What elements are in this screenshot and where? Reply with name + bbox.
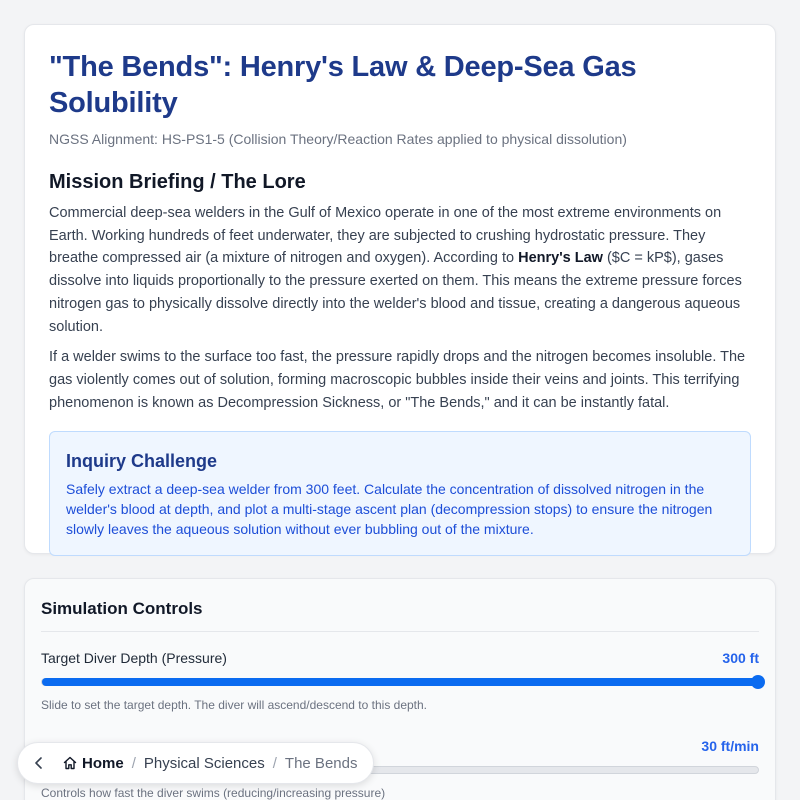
briefing-heading: Mission Briefing / The Lore	[49, 171, 306, 193]
depth-value: 300 ft	[722, 650, 759, 666]
controls-title: Simulation Controls	[41, 599, 759, 632]
depth-slider-thumb[interactable]	[751, 675, 765, 689]
breadcrumb-separator: /	[272, 754, 277, 772]
breadcrumb-section-link[interactable]: Physical Sciences	[144, 755, 265, 772]
breadcrumb-current: The Bends	[284, 754, 358, 772]
speed-hint: Controls how fast the diver swims (reduc…	[41, 786, 386, 800]
inquiry-challenge-box: Inquiry Challenge Safely extract a deep-…	[49, 431, 751, 557]
inquiry-title: Inquiry Challenge	[66, 451, 218, 472]
briefing-paragraph-1: Commercial deep-sea welders in the Gulf …	[49, 202, 751, 338]
depth-label: Target Diver Depth (Pressure)	[41, 650, 227, 666]
briefing-card: "The Bends": Henry's Law & Deep-Sea Gas …	[24, 24, 776, 557]
page-title: "The Bends": Henry's Law & Deep-Sea Gas …	[49, 51, 637, 119]
depth-slider-fill	[42, 678, 758, 686]
breadcrumb-separator: /	[131, 754, 136, 772]
home-icon[interactable]	[62, 755, 78, 771]
inquiry-text: Safely extract a deep-sea welder from 30…	[66, 481, 713, 538]
back-chevron-icon[interactable]	[30, 754, 48, 772]
speed-value: 30 ft/min	[701, 738, 759, 754]
depth-hint: Slide to set the target depth. The diver…	[41, 698, 428, 712]
depth-control-header: Target Diver Depth (Pressure) 300 ft	[41, 650, 759, 666]
breadcrumb: Home / Physical Sciences / The Bends	[17, 742, 375, 784]
breadcrumb-home-link[interactable]: Home	[82, 755, 124, 772]
henrys-law-term: Henry's Law	[518, 250, 603, 267]
briefing-paragraph-2: If a welder swims to the surface too fas…	[49, 349, 746, 411]
ngss-alignment: NGSS Alignment: HS-PS1-5 (Collision Theo…	[49, 131, 627, 147]
depth-slider[interactable]	[41, 675, 765, 689]
